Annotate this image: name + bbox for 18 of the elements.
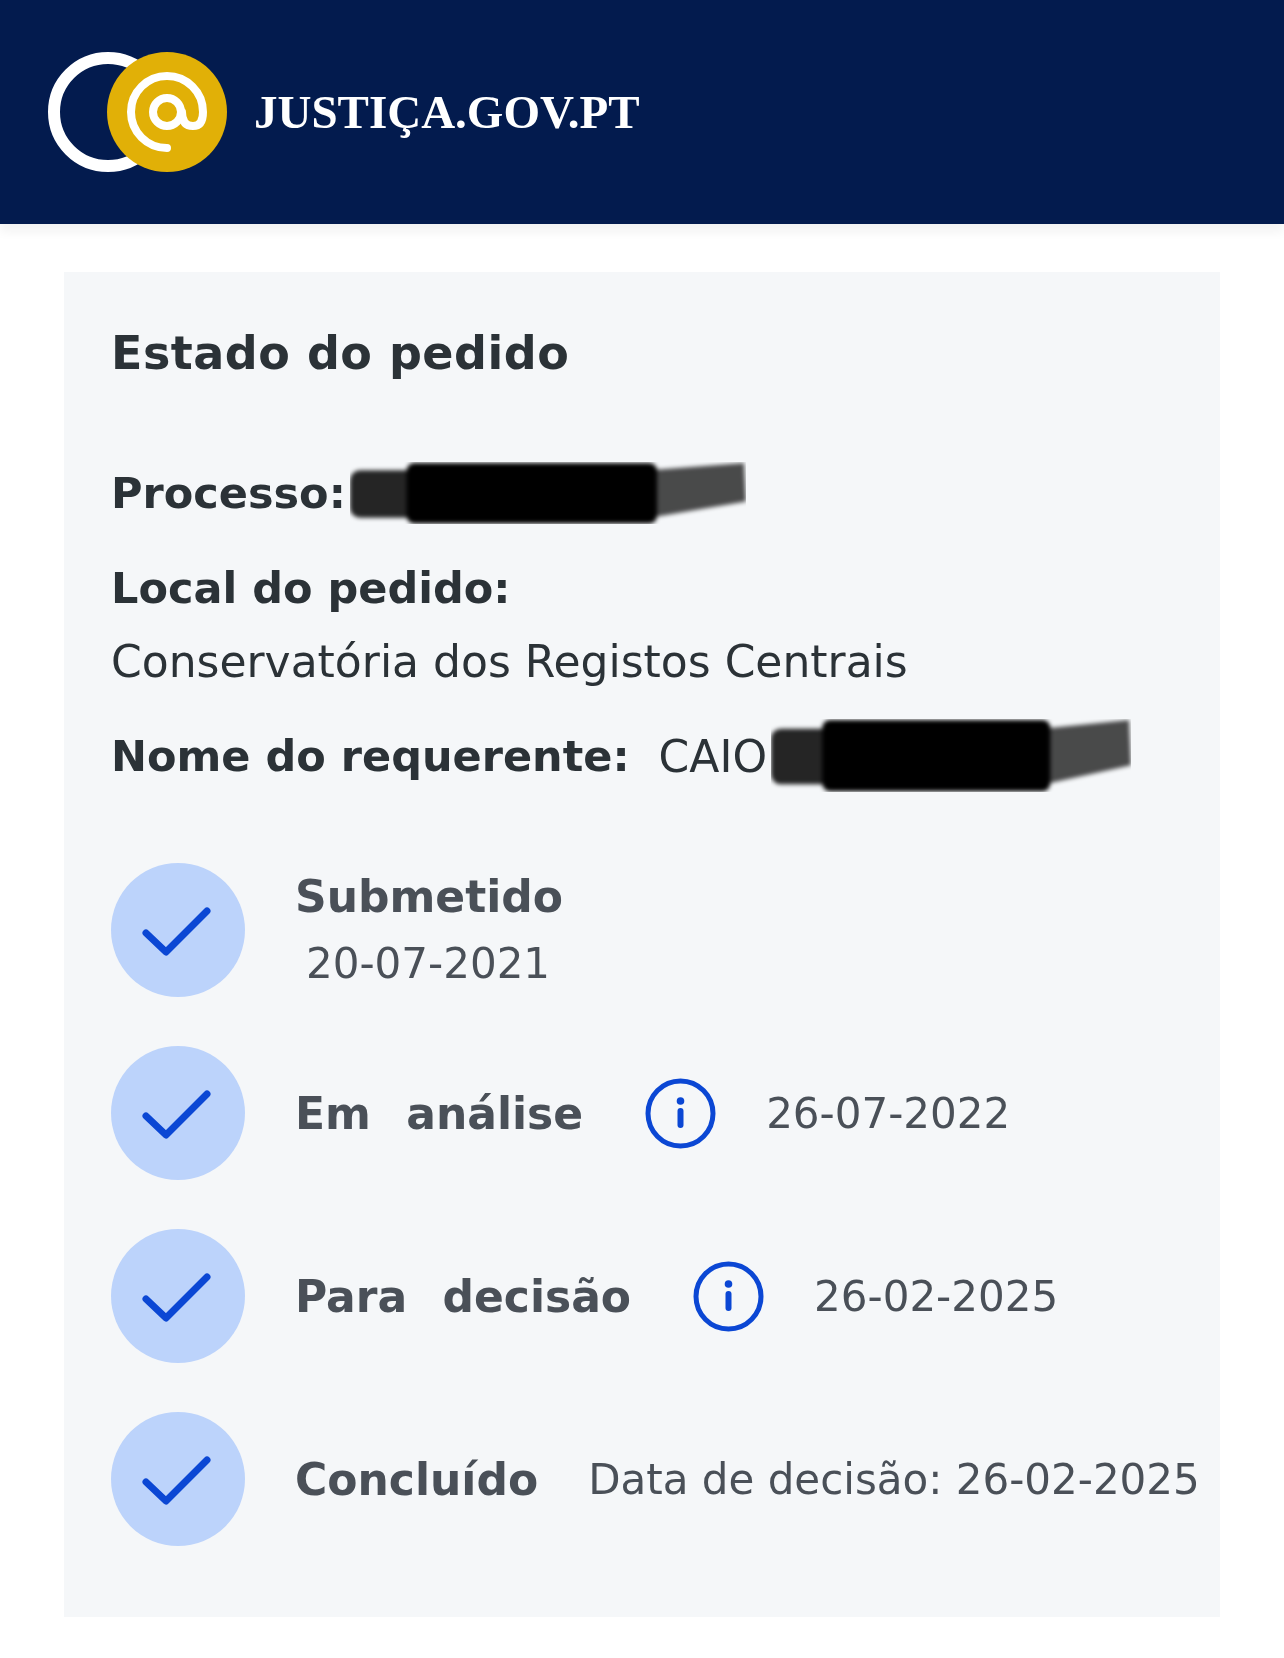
step-date: 20-07-2021 [306,938,552,990]
field-label: Nome do requerente: [111,730,630,783]
step-label: Para decisão [295,1269,632,1324]
field-value: Conservatória dos Registos Centrais [111,635,908,689]
step-label: Concluído [295,1452,539,1507]
info-button[interactable] [645,1077,717,1149]
field-label: Local do pedido: [111,562,511,615]
logo-icon [48,52,228,172]
field-value: CAIO [658,730,768,784]
info-button[interactable] [693,1260,765,1332]
card-title: Estado do pedido [111,325,571,382]
step-label: Submetido [295,870,564,924]
step-date: 26-02-2025 [814,1270,1059,1323]
step-date: 26-07-2022 [766,1087,1011,1140]
step-date: Data de decisão: 26-02-2025 [588,1453,1200,1506]
field-label: Processo: [111,467,346,520]
step-label: Em análise [295,1086,584,1141]
site-logo-text: JUSTIÇA.GOV.PT [254,85,640,139]
